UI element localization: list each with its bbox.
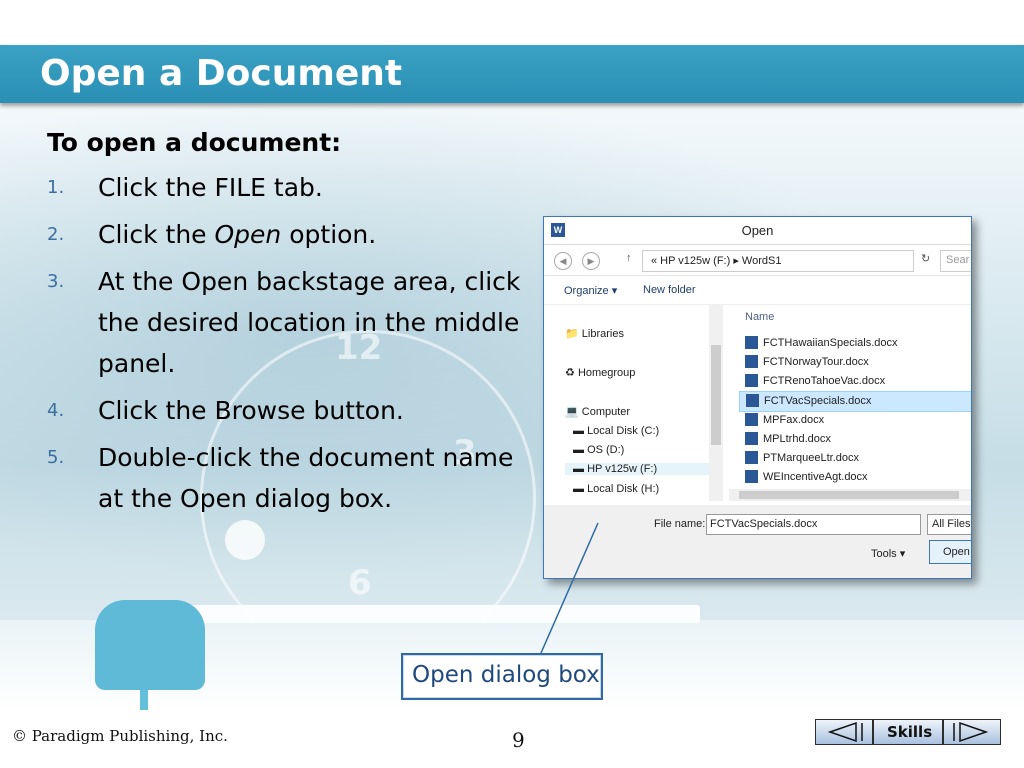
previous-button[interactable]	[815, 719, 873, 745]
callout-box: Open dialog box	[401, 653, 603, 700]
callout-text: Open dialog box	[412, 662, 600, 688]
next-button[interactable]	[943, 719, 1001, 745]
copyright: © Paradigm Publishing, Inc.	[12, 727, 228, 745]
left-arrow-icon	[827, 721, 863, 743]
slide-navigation: Skills	[815, 719, 1001, 745]
page-number: 9	[512, 728, 525, 752]
skills-button[interactable]: Skills	[873, 719, 943, 745]
right-arrow-icon	[953, 721, 989, 743]
skills-label: Skills	[887, 723, 933, 741]
